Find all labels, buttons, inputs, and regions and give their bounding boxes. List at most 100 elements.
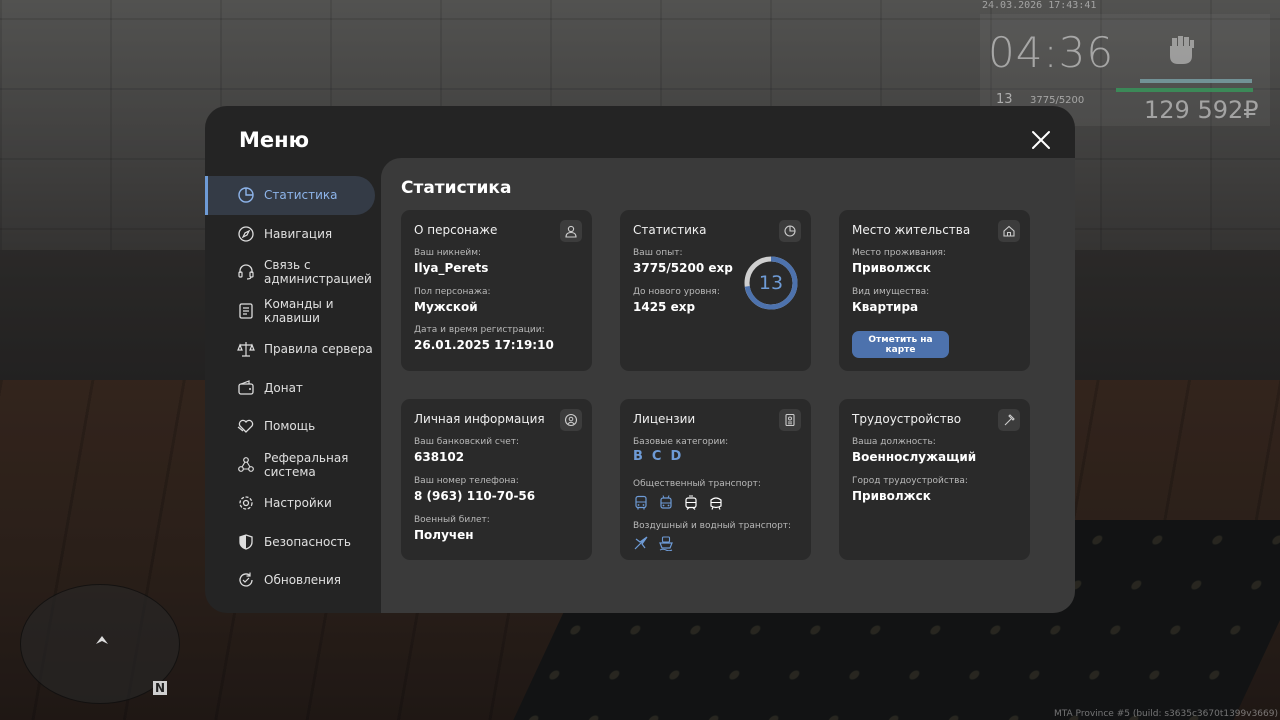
bus-icon	[635, 495, 647, 510]
plane-icon	[634, 536, 648, 550]
property-field: Вид имущества: Квартира	[852, 287, 929, 314]
close-icon[interactable]	[1029, 128, 1053, 152]
card-icon	[560, 220, 582, 242]
air-water-icons	[633, 535, 674, 551]
field-label: Ваш никнейм:	[414, 248, 482, 258]
sidebar-item-referral[interactable]: Реферальная система	[205, 446, 381, 485]
card-personal: Личная информация Ваш банковский счет: 6…	[401, 399, 592, 560]
id-card-icon	[785, 413, 795, 427]
field-value: Военнослужащий	[852, 450, 977, 464]
sidebar-item-admin-contact[interactable]: Связь с администрацией	[205, 253, 381, 292]
field-value: 8 (963) 110-70-56	[414, 489, 536, 503]
card-residence: Место жительства Место проживания: Приво…	[839, 210, 1030, 371]
card-title: Трудоустройство	[852, 412, 962, 426]
sidebar-item-label: Донат	[264, 380, 303, 395]
content-area: Статистика О персонаже Ваш никнейм: Ilya…	[381, 158, 1075, 613]
card-title: Личная информация	[414, 412, 545, 426]
field-label: Вид имущества:	[852, 287, 930, 297]
home-icon	[1003, 225, 1015, 237]
user-icon	[565, 225, 577, 238]
sidebar-item-updates[interactable]: Обновления	[205, 561, 381, 600]
menu-title: Меню	[239, 128, 310, 152]
minimap: N	[20, 584, 180, 704]
pie-chart-icon	[784, 225, 796, 237]
field-label: Базовые категории:	[633, 437, 729, 447]
field-label: Город трудоустройства:	[852, 476, 968, 486]
shield-icon	[239, 534, 253, 550]
field-value: 1425 exp	[633, 300, 696, 314]
nickname-field: Ваш никнейм: Ilya_Perets	[414, 248, 488, 275]
player-arrow-icon	[96, 636, 108, 644]
field-value: Квартира	[852, 300, 919, 314]
field-label: Ваш опыт:	[633, 248, 683, 258]
public-transport-icons	[633, 495, 724, 511]
sidebar-item-rules[interactable]: Правила сервера	[205, 330, 381, 369]
sidebar-item-label: Помощь	[264, 419, 316, 434]
card-employment: Трудоустройство Ваша должность: Военносл…	[839, 399, 1030, 560]
scales-icon	[237, 342, 255, 357]
metro-icon	[710, 497, 722, 510]
north-marker: N	[153, 681, 168, 695]
sidebar-item-statistics[interactable]: Статистика	[205, 176, 375, 215]
place-field: Место проживания: Приволжск	[852, 248, 946, 275]
public-transport-field: Общественный транспорт:	[633, 479, 761, 489]
card-icon	[998, 220, 1020, 242]
sidebar-item-label: Правила сервера	[264, 342, 373, 357]
compass-icon	[238, 226, 254, 242]
sidebar-item-help[interactable]: Помощь	[205, 407, 381, 446]
gender-field: Пол персонажа: Мужской	[414, 287, 491, 314]
wallet-icon	[238, 379, 254, 395]
tram-icon	[685, 495, 697, 510]
work-city-field: Город трудоустройства: Приволжск	[852, 476, 968, 503]
fist-icon	[1170, 36, 1194, 64]
field-value: 26.01.2025 17:19:10	[414, 338, 554, 352]
next-level-field: До нового уровня: 1425 exp	[633, 287, 720, 314]
keyboard-icon	[239, 303, 253, 319]
sidebar-item-commands[interactable]: Команды и клавиши	[205, 292, 381, 331]
mark-on-map-button[interactable]: Отметить на карте	[852, 331, 949, 358]
field-label: Ваш банковский счет:	[414, 437, 520, 447]
position-field: Ваша должность: Военнослужащий	[852, 437, 976, 464]
hud-time: 04:36	[988, 28, 1115, 77]
hud-money: 129 592₽	[1144, 96, 1259, 124]
share-icon	[238, 456, 254, 472]
sidebar-item-donate[interactable]: Донат	[205, 369, 381, 408]
sidebar-item-label: Статистика	[264, 188, 338, 203]
license-category-b: B	[633, 449, 643, 464]
sidebar: Статистика Навигация Связь с администрац…	[205, 176, 381, 600]
card-icon	[779, 409, 801, 431]
hammer-icon	[1004, 414, 1015, 426]
sidebar-item-navigation[interactable]: Навигация	[205, 215, 381, 254]
sidebar-item-label: Настройки	[264, 496, 332, 511]
armor-bar	[1140, 79, 1252, 83]
hud-exp: 3775/5200	[1030, 95, 1085, 106]
card-title: Место жительства	[852, 223, 971, 237]
hud-date: 24.03.2026 17:43:41	[982, 0, 1097, 11]
field-label: Пол персонажа:	[414, 287, 491, 297]
sidebar-item-security[interactable]: Безопасность	[205, 523, 381, 562]
field-value: 3775/5200 exp	[633, 261, 733, 275]
card-stats: Статистика Ваш опыт: 3775/5200 exp До но…	[620, 210, 811, 371]
field-label: Воздушный и водный транспорт:	[633, 521, 792, 531]
field-label: Военный билет:	[414, 515, 490, 525]
air-water-field: Воздушный и водный транспорт:	[633, 521, 791, 531]
field-label: Место проживания:	[852, 248, 946, 258]
card-icon	[560, 409, 582, 431]
sidebar-item-label: Команды и клавиши	[264, 296, 334, 325]
bank-field: Ваш банковский счет: 638102	[414, 437, 519, 464]
field-label: Ваша должность:	[852, 437, 936, 447]
license-category-c: C	[651, 449, 662, 464]
field-value: Ilya_Perets	[414, 261, 489, 275]
sidebar-item-label: Обновления	[264, 573, 342, 588]
field-value: Приволжск	[852, 261, 931, 275]
pie-chart-icon	[238, 187, 254, 203]
build-info: MTA Province #5 (build: s3635c3670t1399v…	[1053, 709, 1278, 719]
license-category-d: D	[670, 449, 682, 464]
card-title: О персонаже	[414, 223, 498, 237]
user-circle-icon	[564, 413, 578, 427]
page-title: Статистика	[401, 178, 512, 198]
registration-field: Дата и время регистрации: 26.01.2025 17:…	[414, 325, 554, 352]
sidebar-item-settings[interactable]: Настройки	[205, 484, 381, 523]
exp-field: Ваш опыт: 3775/5200 exp	[633, 248, 733, 275]
sidebar-item-label: Связь с администрацией	[264, 258, 372, 287]
